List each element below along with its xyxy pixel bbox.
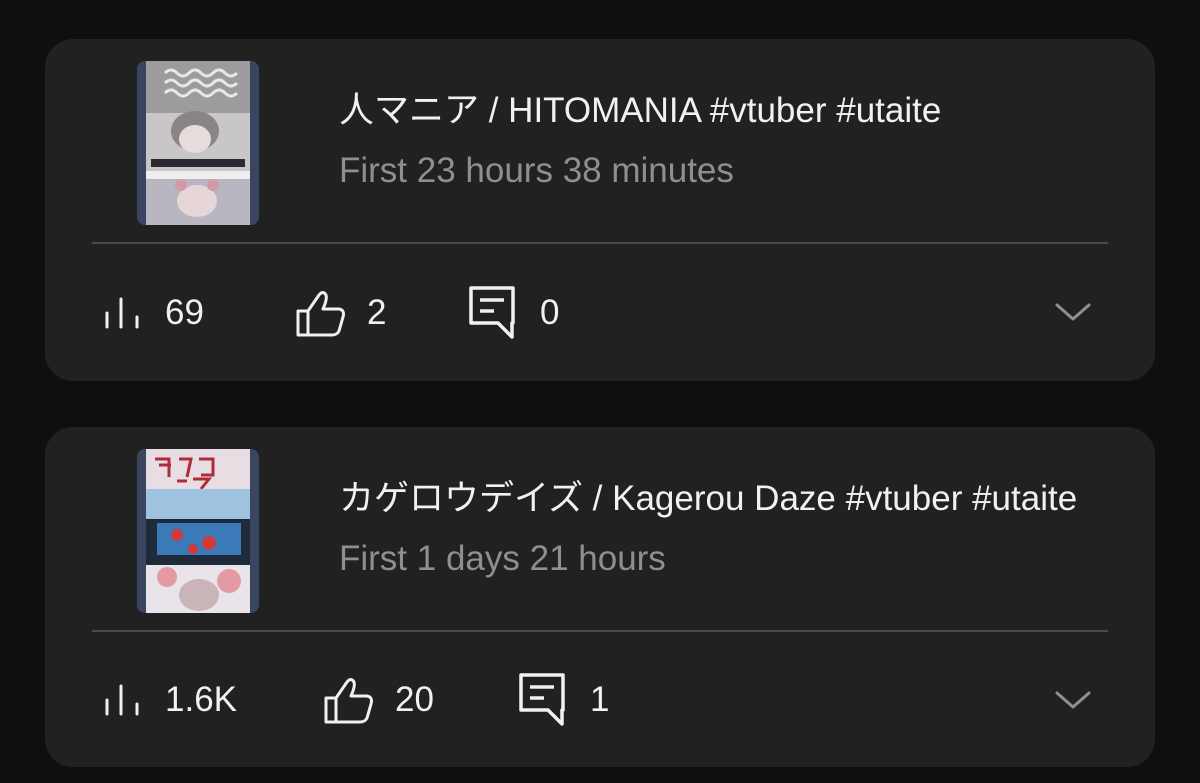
likes-count: 2 [367, 293, 387, 332]
divider [92, 242, 1108, 244]
views-stat: 1.6K [103, 672, 237, 728]
comments-count: 1 [590, 680, 610, 719]
video-time-since-publish: First 1 days 21 hours [339, 539, 666, 578]
comment-icon [468, 285, 516, 341]
views-count: 1.6K [165, 680, 237, 719]
chevron-down-icon[interactable] [1053, 297, 1093, 332]
comment-icon [518, 672, 566, 728]
video-analytics-card[interactable]: 人マニア / HITOMANIA #vtuber #utaite First 2… [45, 39, 1155, 381]
bar-chart-icon [103, 680, 143, 720]
video-analytics-card[interactable]: カゲロウデイズ / Kagerou Daze #vtuber #utaite F… [45, 427, 1155, 767]
divider [92, 630, 1108, 632]
video-title[interactable]: カゲロウデイズ / Kagerou Daze #vtuber #utaite [339, 477, 1109, 521]
chevron-down-icon[interactable] [1053, 685, 1093, 720]
likes-count: 20 [395, 680, 434, 719]
thumbs-up-icon [295, 287, 347, 339]
likes-stat: 20 [323, 672, 434, 728]
bar-chart-icon [103, 293, 143, 333]
likes-stat: 2 [295, 285, 386, 341]
comments-stat: 1 [518, 672, 609, 728]
video-title[interactable]: 人マニア / HITOMANIA #vtuber #utaite [339, 89, 1119, 133]
video-thumbnail[interactable] [137, 61, 259, 225]
comments-count: 0 [540, 293, 560, 332]
views-stat: 69 [103, 285, 204, 341]
views-count: 69 [165, 293, 204, 332]
video-time-since-publish: First 23 hours 38 minutes [339, 151, 734, 190]
comments-stat: 0 [468, 285, 559, 341]
thumbs-up-icon [323, 674, 375, 726]
video-thumbnail[interactable] [137, 449, 259, 613]
